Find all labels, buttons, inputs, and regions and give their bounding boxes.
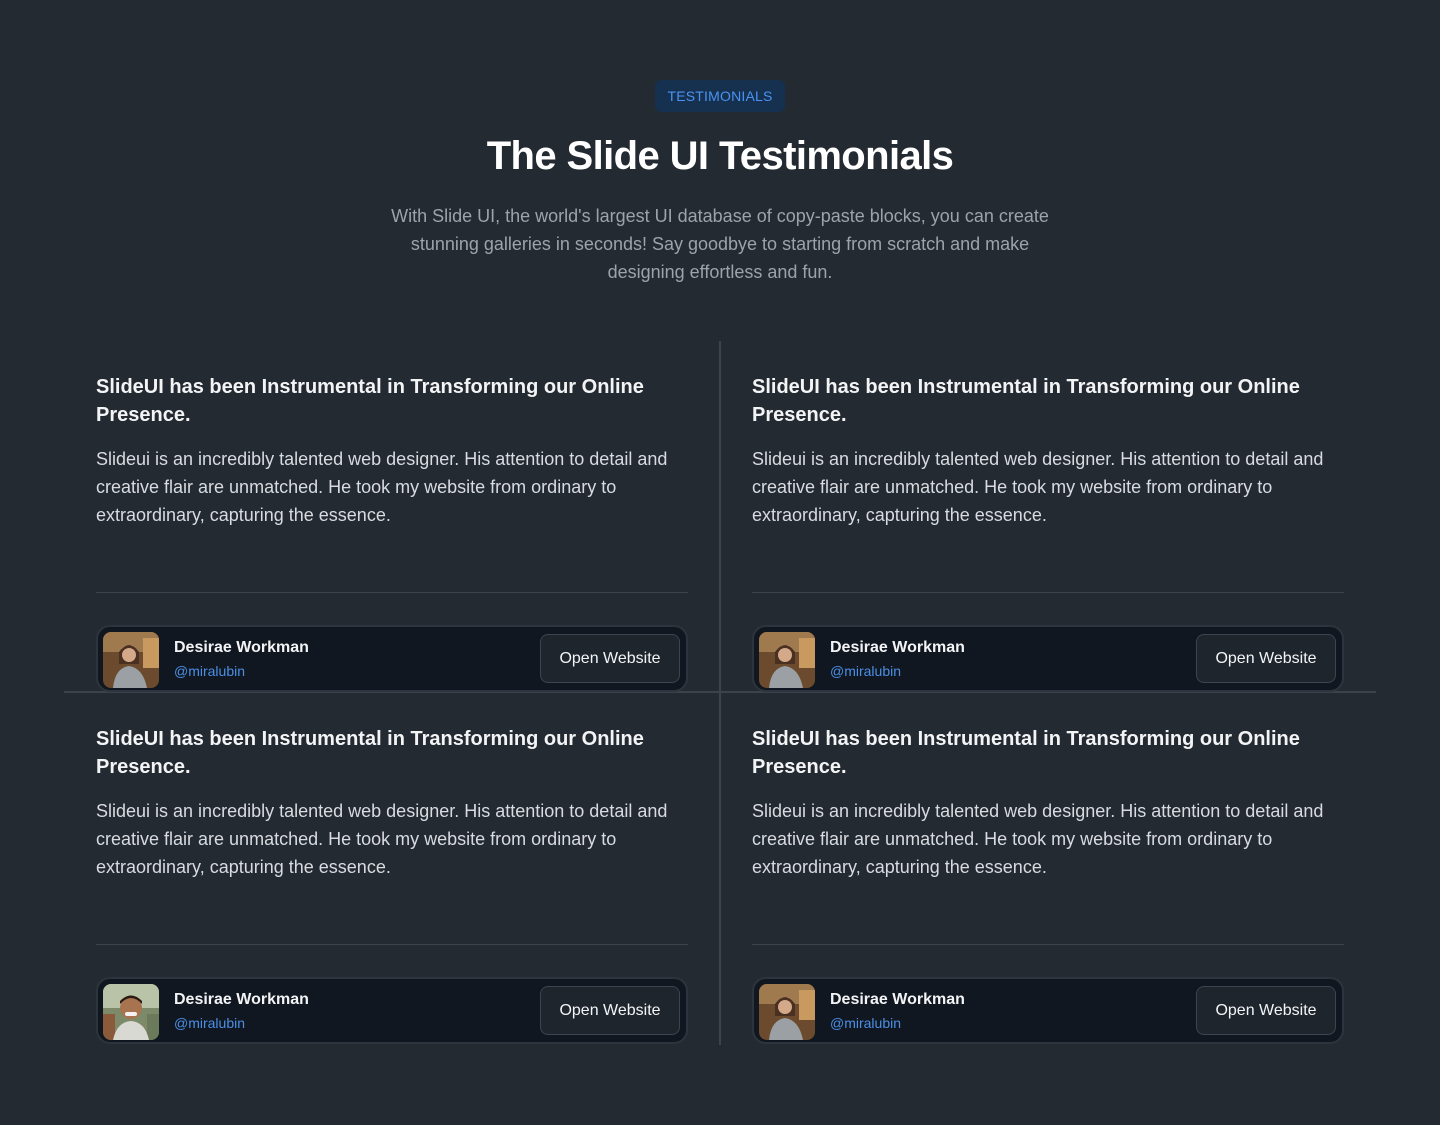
testimonials-section: TESTIMONIALS The Slide UI Testimonials W… — [0, 0, 1440, 1125]
avatar — [759, 984, 815, 1040]
card-divider — [752, 592, 1344, 593]
author-handle[interactable]: @miralubin — [830, 1015, 901, 1031]
testimonial-card: SlideUI has been Instrumental in Transfo… — [752, 725, 1344, 1044]
testimonial-card: SlideUI has been Instrumental in Transfo… — [96, 725, 688, 1044]
card-divider — [752, 944, 1344, 945]
author-handle[interactable]: @miralubin — [174, 1015, 245, 1031]
avatar — [103, 984, 159, 1040]
author-card: Desirae Workman @miralubin Open Website — [752, 625, 1344, 692]
card-divider — [96, 592, 688, 593]
author-name: Desirae Workman — [830, 991, 965, 1008]
testimonial-title: SlideUI has been Instrumental in Transfo… — [752, 376, 1300, 426]
open-website-button[interactable]: Open Website — [540, 986, 680, 1035]
author-card: Desirae Workman @miralubin Open Website — [96, 977, 688, 1044]
open-website-button[interactable]: Open Website — [1196, 634, 1336, 683]
section-title: The Slide UI Testimonials — [486, 134, 954, 178]
author-handle[interactable]: @miralubin — [830, 663, 901, 679]
author-card: Desirae Workman @miralubin Open Website — [752, 977, 1344, 1044]
testimonial-body: Slideui is an incredibly talented web de… — [752, 801, 1324, 877]
testimonial-body: Slideui is an incredibly talented web de… — [96, 801, 668, 877]
testimonial-title: SlideUI has been Instrumental in Transfo… — [96, 728, 644, 778]
testimonial-title: SlideUI has been Instrumental in Transfo… — [752, 728, 1300, 778]
testimonial-card: SlideUI has been Instrumental in Transfo… — [752, 373, 1344, 692]
author-handle[interactable]: @miralubin — [174, 663, 245, 679]
author-name: Desirae Workman — [174, 639, 309, 656]
open-website-button[interactable]: Open Website — [1196, 986, 1336, 1035]
testimonial-title: SlideUI has been Instrumental in Transfo… — [96, 376, 644, 426]
testimonial-body: Slideui is an incredibly talented web de… — [752, 449, 1324, 525]
section-subtitle: With Slide UI, the world's largest UI da… — [391, 206, 1049, 282]
author-name: Desirae Workman — [174, 991, 309, 1008]
section-badge: TESTIMONIALS — [655, 80, 785, 112]
open-website-button[interactable]: Open Website — [540, 634, 680, 683]
author-name: Desirae Workman — [830, 639, 965, 656]
avatar — [103, 632, 159, 688]
avatar — [759, 632, 815, 688]
vertical-divider — [719, 341, 721, 1045]
card-divider — [96, 944, 688, 945]
testimonial-body: Slideui is an incredibly talented web de… — [96, 449, 668, 525]
section-header: TESTIMONIALS The Slide UI Testimonials W… — [0, 80, 1440, 286]
author-card: Desirae Workman @miralubin Open Website — [96, 625, 688, 692]
testimonial-card: SlideUI has been Instrumental in Transfo… — [96, 373, 688, 692]
